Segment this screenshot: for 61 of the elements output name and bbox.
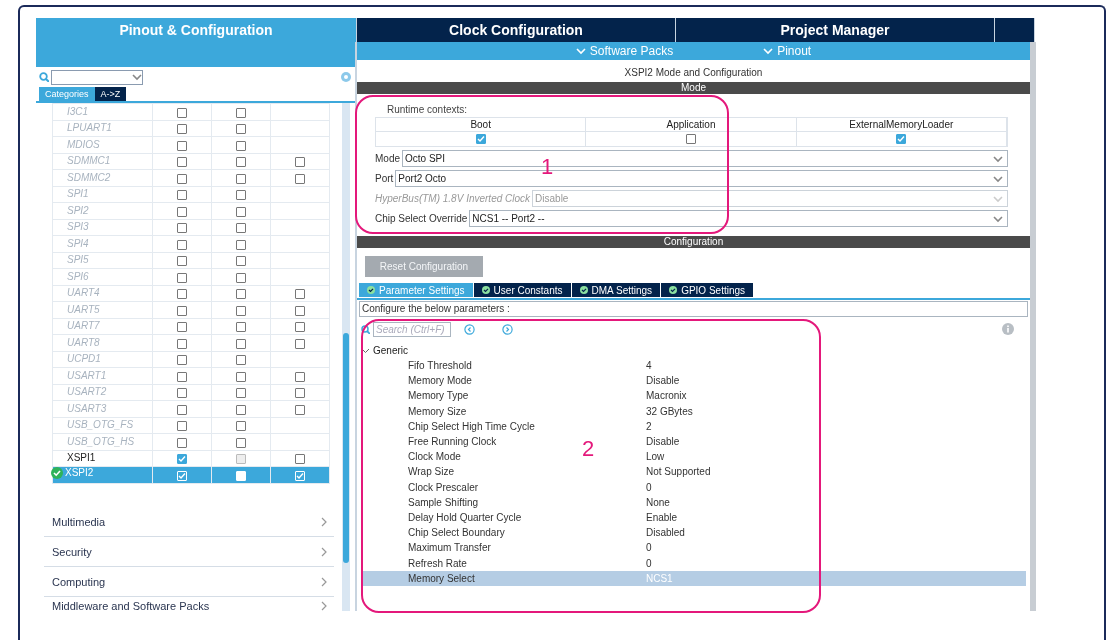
param-name: Fifo Threshold [407, 360, 473, 372]
param-name: Chip Select High Time Cycle [407, 420, 536, 432]
param-name: Sample Shifting [407, 496, 480, 508]
section-label: Runtime contexts: [387, 104, 469, 115]
param-value[interactable]: 0 [646, 557, 652, 569]
annotation-number: 2 [582, 436, 595, 462]
param-name: Refresh Rate [407, 557, 468, 569]
param-value[interactable]: Disable [646, 436, 680, 448]
column-header: Boot [376, 118, 587, 132]
category-item[interactable]: Security [44, 537, 334, 567]
category-label: Security [52, 545, 92, 558]
param-value[interactable]: 0 [646, 542, 652, 554]
param-value[interactable]: Enable [646, 511, 678, 523]
param-name: Clock Mode [407, 451, 462, 463]
param-name: Free Running Clock [407, 436, 498, 448]
param-value[interactable]: 4 [646, 360, 652, 372]
tree-group[interactable]: Generic [361, 345, 1030, 356]
dropdown[interactable]: NCS1 -- Port2 -- [469, 210, 1008, 227]
search-field[interactable]: Search (Ctrl+F) [373, 321, 451, 337]
param-name: Delay Hold Quarter Cycle [407, 511, 523, 523]
category-item[interactable]: Middleware and Software Packs [44, 597, 334, 611]
param-name: Chip Select Boundary [407, 527, 506, 539]
section-header: Configuration [357, 236, 1030, 248]
category-label: Computing [52, 575, 106, 588]
field-label: Chip Select Override [375, 213, 468, 224]
param-name: Maximum Transfer [407, 542, 492, 554]
config-tab[interactable]: User Constants [473, 283, 571, 297]
param-value[interactable]: Macronix [646, 390, 687, 402]
param-name: Memory Mode [407, 375, 473, 387]
field-label: Port [375, 173, 394, 184]
param-value[interactable]: 0 [646, 481, 652, 493]
param-name: Wrap Size [407, 466, 455, 478]
view-tab[interactable]: A->Z [94, 87, 127, 101]
column-header: ExternalMemoryLoader [796, 118, 1007, 132]
param-name: Memory Size [407, 405, 468, 417]
config-tab[interactable]: GPIO Settings [661, 283, 754, 297]
panel-title: XSPI2 Mode and Configuration [623, 66, 764, 80]
param-value[interactable]: Not Supported [646, 466, 711, 478]
param-value[interactable]: 32 GBytes [646, 405, 693, 417]
field-label: HyperBus(TM) 1.8V Inverted Clock [375, 193, 531, 204]
column-header: Application [586, 118, 797, 132]
param-value[interactable]: Low [646, 451, 665, 463]
category-label: Multimedia [52, 515, 106, 528]
param-value[interactable]: 2 [646, 420, 652, 432]
config-tab[interactable]: DMA Settings [571, 283, 661, 297]
category-label: Middleware and Software Packs [52, 599, 210, 611]
category-item[interactable]: Multimedia [44, 507, 334, 537]
param-name: Memory Type [407, 390, 470, 402]
section-header: Mode [357, 82, 1030, 94]
param-value[interactable]: None [646, 496, 670, 508]
param-value[interactable]: Disable [646, 375, 680, 387]
param-value[interactable]: Disabled [646, 527, 685, 539]
top-tab[interactable]: Project Manager [676, 18, 995, 42]
top-tab[interactable]: Clock Configuration [357, 18, 676, 42]
hint-text: Configure the below parameters : [359, 301, 1028, 317]
selected-row-highlight[interactable]: Memory Select NCS1 [361, 570, 1026, 586]
category-item[interactable]: Computing [44, 567, 334, 597]
field-label: Mode [375, 153, 400, 164]
param-name: Memory Select [407, 572, 476, 584]
param-name: Clock Prescaler [407, 481, 480, 493]
dropdown: Disable [532, 190, 1008, 207]
